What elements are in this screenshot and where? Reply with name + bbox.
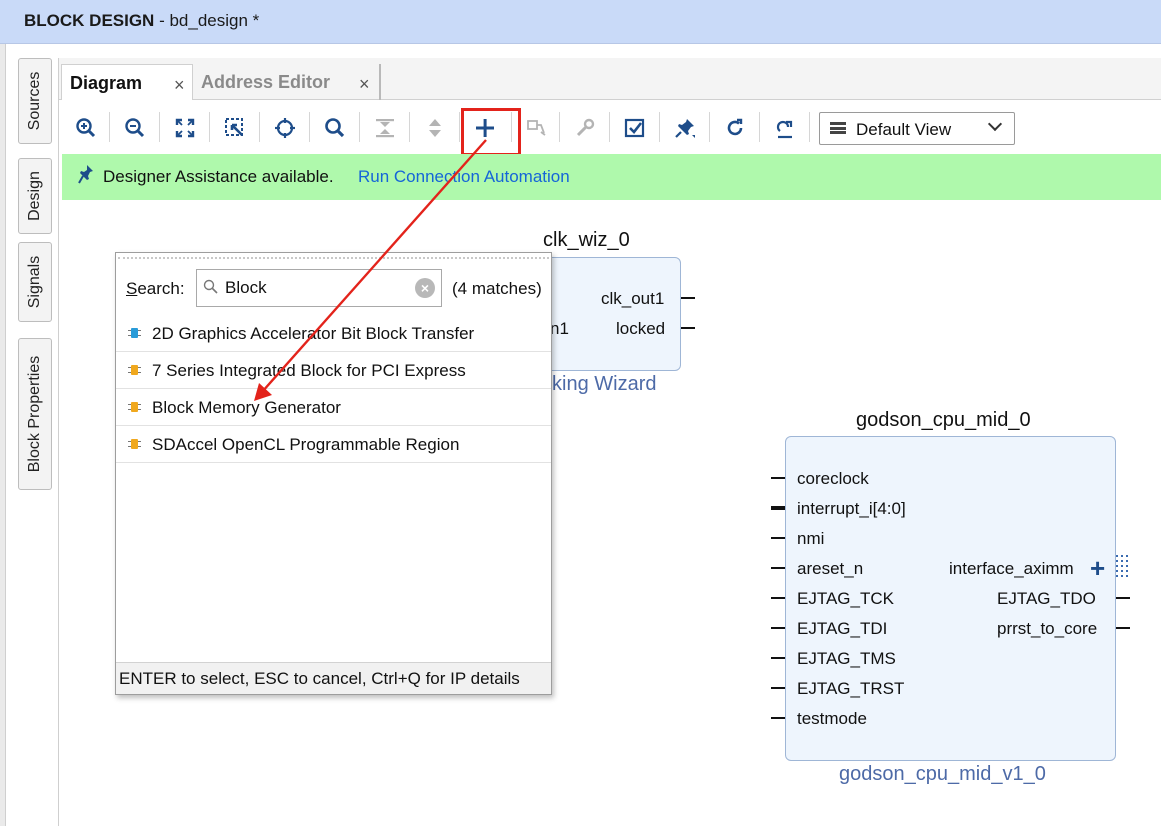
side-tab-signals[interactable]: Signals bbox=[18, 242, 52, 322]
clear-search-icon[interactable]: × bbox=[415, 278, 435, 298]
port-ejtag-tdi: EJTAG_TDI bbox=[797, 619, 888, 638]
pin-testmode[interactable] bbox=[771, 717, 785, 719]
make-connection-icon[interactable] bbox=[523, 114, 551, 142]
fit-view-icon[interactable] bbox=[171, 114, 199, 142]
ip-core-icon bbox=[128, 400, 141, 414]
pin-ejtag-trst[interactable] bbox=[771, 687, 785, 689]
pin-ejtag-tdi[interactable] bbox=[771, 627, 785, 629]
list-item[interactable]: Block Memory Generator bbox=[116, 389, 551, 426]
expand-bus-plus-icon[interactable]: + bbox=[1090, 553, 1105, 584]
title-bar: BLOCK DESIGN - bd_design * bbox=[0, 0, 1161, 44]
expand-icon[interactable] bbox=[421, 114, 449, 142]
port-coreclock: coreclock bbox=[797, 469, 869, 488]
pin-ejtag-tdo[interactable] bbox=[1116, 597, 1130, 599]
ip-results-list: 2D Graphics Accelerator Bit Block Transf… bbox=[116, 315, 551, 463]
center-icon[interactable] bbox=[271, 114, 299, 142]
pin-ejtag-tms[interactable] bbox=[771, 657, 785, 659]
cpu-subtitle: godson_cpu_mid_v1_0 bbox=[839, 763, 1046, 785]
pin-interrupt[interactable] bbox=[771, 506, 785, 510]
pin-areset-n[interactable] bbox=[771, 567, 785, 569]
cpu-block-name: godson_cpu_mid_0 bbox=[856, 409, 1031, 431]
pin-icon[interactable] bbox=[671, 114, 699, 142]
ip-core-icon bbox=[128, 326, 141, 340]
search-icon bbox=[203, 279, 219, 299]
port-testmode: testmode bbox=[797, 709, 867, 728]
ip-core-icon bbox=[128, 363, 141, 377]
clk-wiz-block-name: clk_wiz_0 bbox=[543, 229, 630, 251]
port-ejtag-tck: EJTAG_TCK bbox=[797, 589, 894, 608]
search-input[interactable] bbox=[225, 277, 405, 299]
regenerate-layout-icon[interactable] bbox=[771, 114, 799, 142]
locked-port: locked bbox=[616, 319, 666, 338]
view-select[interactable]: Default View bbox=[819, 112, 1015, 145]
port-prrst-to-core: prrst_to_core bbox=[997, 619, 1098, 638]
clk-out1-pin[interactable] bbox=[681, 297, 695, 299]
zoom-in-icon[interactable] bbox=[72, 114, 100, 142]
close-icon[interactable]: × bbox=[174, 75, 185, 96]
list-item[interactable]: 2D Graphics Accelerator Bit Block Transf… bbox=[116, 315, 551, 352]
side-tab-sources[interactable]: Sources bbox=[18, 58, 52, 144]
pin-icon bbox=[78, 164, 94, 189]
clk-out1-port: clk_out1 bbox=[601, 289, 665, 308]
designer-assistance-banner: Designer Assistance available. Run Conne… bbox=[62, 154, 1161, 200]
search-label: Search: bbox=[126, 279, 185, 298]
search-field[interactable]: × bbox=[196, 269, 442, 307]
clk-wiz-subtitle: king Wizard bbox=[552, 373, 657, 395]
search-icon[interactable] bbox=[321, 114, 349, 142]
locked-pin[interactable] bbox=[681, 327, 695, 329]
ip-core-icon bbox=[128, 437, 141, 451]
bus-interface-icon[interactable] bbox=[1115, 554, 1131, 580]
add-ip-highlight bbox=[461, 108, 521, 156]
pin-nmi[interactable] bbox=[771, 537, 785, 539]
left-edge-strip bbox=[0, 44, 6, 826]
list-item[interactable]: 7 Series Integrated Block for PCI Expres… bbox=[116, 352, 551, 389]
port-interrupt: interrupt_i[4:0] bbox=[797, 499, 906, 518]
port-areset-n: areset_n bbox=[797, 559, 864, 578]
port-ejtag-trst: EJTAG_TRST bbox=[797, 679, 905, 698]
tab-address-editor[interactable]: Address Editor × bbox=[193, 64, 381, 100]
run-connection-automation-link[interactable]: Run Connection Automation bbox=[358, 167, 570, 187]
collapse-icon[interactable] bbox=[371, 114, 399, 142]
side-tab-block-properties[interactable]: Block Properties bbox=[18, 338, 52, 490]
diagram-toolbar: Default View bbox=[59, 100, 1161, 156]
popup-drag-handle[interactable] bbox=[118, 257, 549, 259]
add-ip-popup: Search: × (4 matches) 2D Graphics Accele… bbox=[115, 252, 552, 695]
editor-tab-bar: Diagram × Address Editor × bbox=[59, 58, 1161, 100]
chevron-down-icon bbox=[987, 116, 1003, 132]
port-nmi: nmi bbox=[797, 529, 825, 548]
tab-diagram[interactable]: Diagram × bbox=[61, 64, 193, 100]
list-item[interactable]: SDAccel OpenCL Programmable Region bbox=[116, 426, 551, 463]
pin-ejtag-tck[interactable] bbox=[771, 597, 785, 599]
side-tab-design[interactable]: Design bbox=[18, 158, 52, 234]
port-interface-aximm: interface_aximm bbox=[949, 559, 1074, 578]
zoom-out-icon[interactable] bbox=[121, 114, 149, 142]
port-ejtag-tdo: EJTAG_TDO bbox=[997, 589, 1096, 608]
port-ejtag-tms: EJTAG_TMS bbox=[797, 649, 896, 668]
match-count: (4 matches) bbox=[452, 279, 542, 298]
close-icon[interactable]: × bbox=[359, 74, 370, 95]
pin-prrst-to-core[interactable] bbox=[1116, 627, 1130, 629]
refresh-icon[interactable] bbox=[721, 114, 749, 142]
menu-icon bbox=[830, 122, 846, 134]
window-title: BLOCK DESIGN - bd_design * bbox=[24, 11, 260, 30]
assistance-message: Designer Assistance available. bbox=[103, 167, 334, 186]
clk-wiz-input-port: n1 bbox=[550, 319, 569, 338]
zoom-area-icon[interactable] bbox=[221, 114, 249, 142]
popup-footer: ENTER to select, ESC to cancel, Ctrl+Q f… bbox=[116, 662, 551, 694]
settings-wrench-icon[interactable] bbox=[571, 114, 599, 142]
pin-coreclock[interactable] bbox=[771, 477, 785, 479]
validate-icon[interactable] bbox=[621, 114, 649, 142]
